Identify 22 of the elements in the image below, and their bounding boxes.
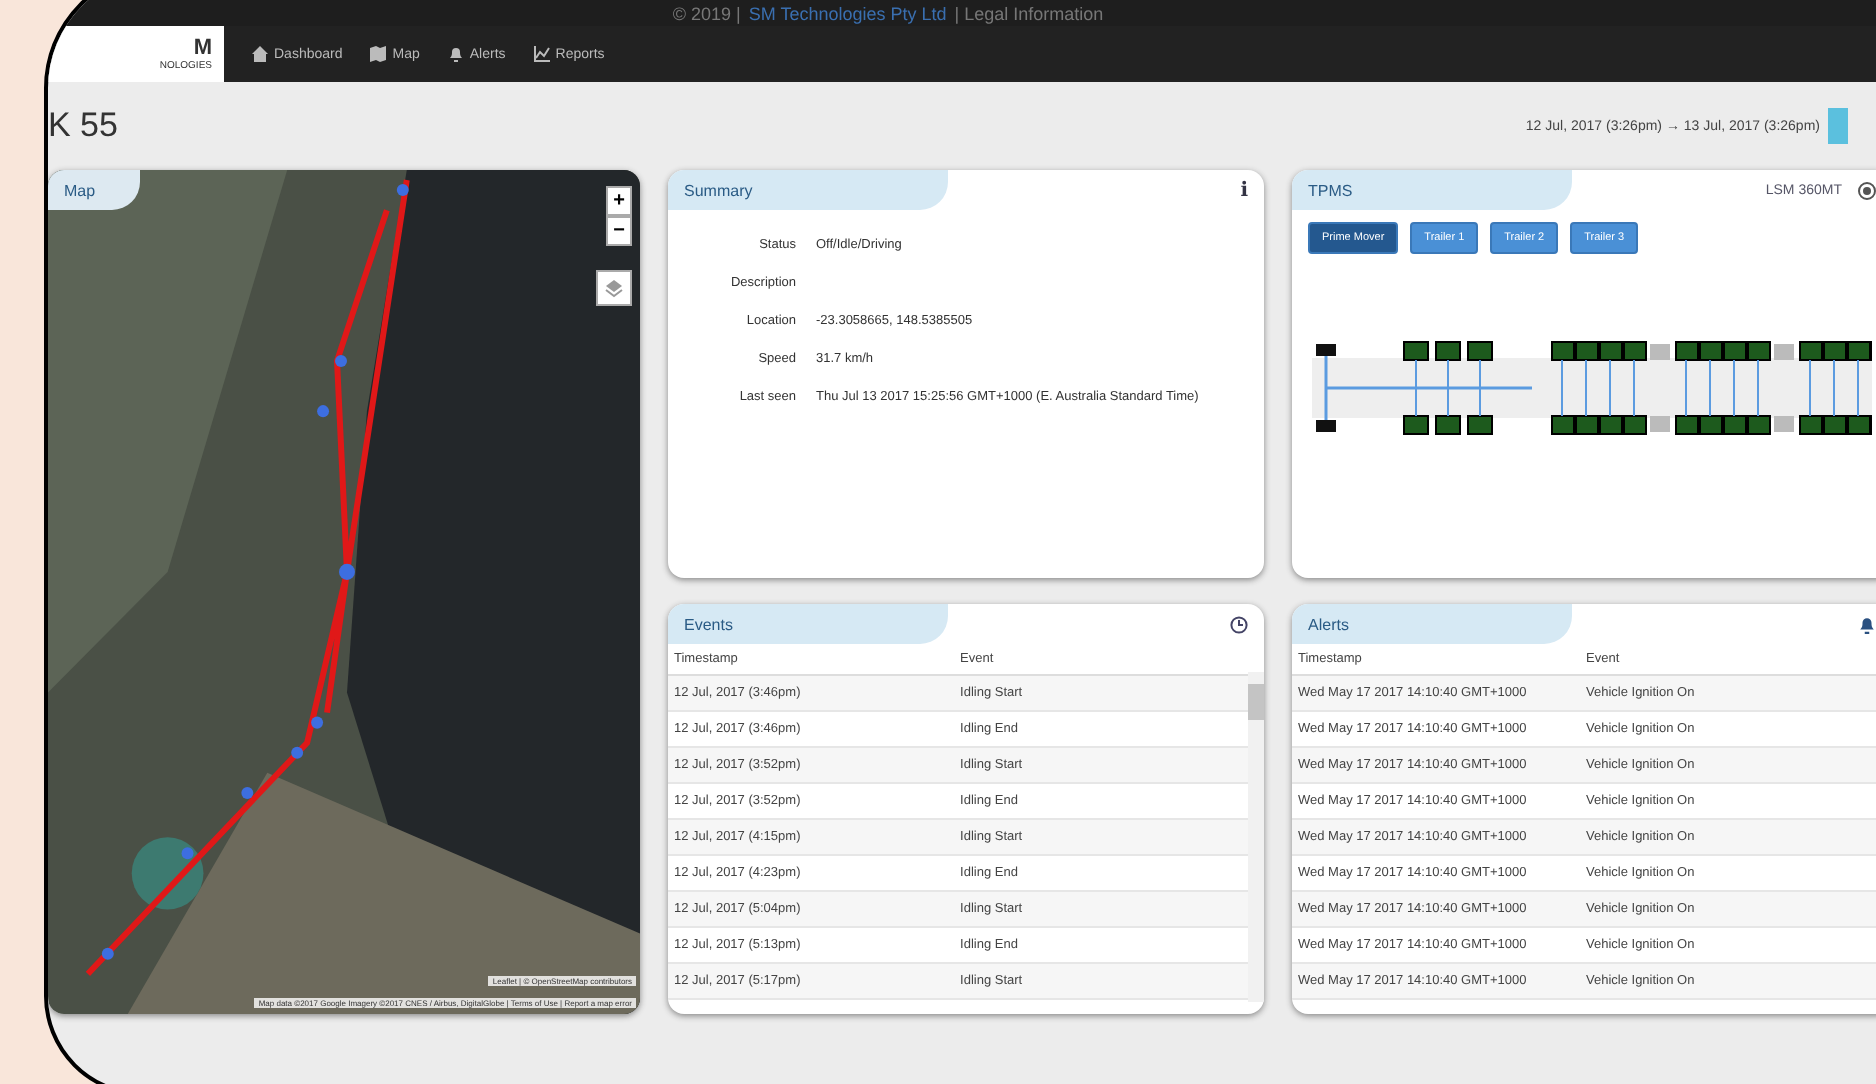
zoom-in-button[interactable]: + — [606, 186, 632, 216]
map-icon — [370, 46, 387, 62]
home-icon — [252, 46, 268, 62]
clock-icon[interactable] — [1230, 615, 1248, 633]
info-icon[interactable]: i — [1240, 179, 1248, 201]
bell-icon[interactable] — [1858, 615, 1876, 633]
scrollbar[interactable] — [1248, 672, 1264, 1002]
panel-title: TPMS — [1308, 182, 1353, 200]
copyright-text: © 2019 | — [672, 4, 741, 26]
legal-link[interactable]: | Legal Information — [954, 4, 1104, 26]
page-title: K 55 — [48, 106, 120, 146]
logo-mark: M — [193, 37, 212, 59]
layers-icon — [604, 278, 624, 298]
panel-title: Events — [684, 616, 733, 634]
bell-icon — [447, 46, 464, 62]
panel-title: Alerts — [1308, 616, 1349, 634]
layers-button[interactable] — [596, 270, 632, 306]
panel-title: Summary — [684, 182, 753, 200]
line-chart-icon — [533, 46, 550, 62]
zoom-out-button[interactable]: − — [606, 216, 632, 246]
device-icon[interactable] — [1858, 181, 1876, 199]
panel-title: Map — [64, 182, 96, 200]
